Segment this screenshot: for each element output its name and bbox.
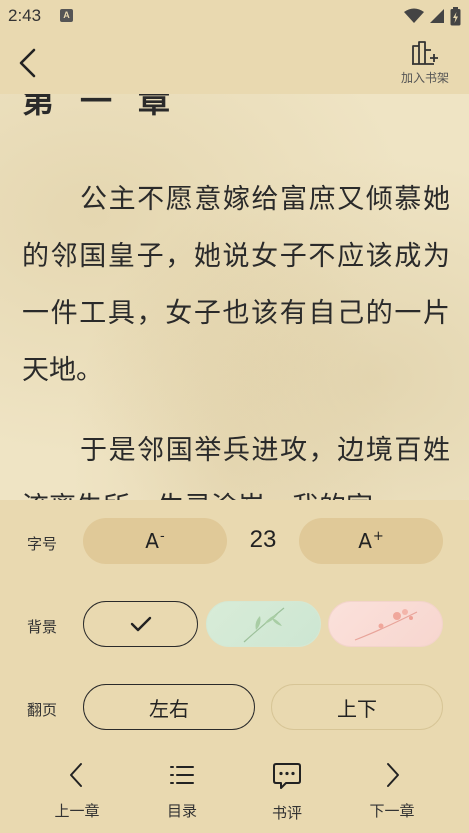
status-bar: 2:43 A bbox=[0, 0, 469, 32]
list-icon bbox=[170, 766, 194, 784]
font-decrease-label: A- bbox=[145, 529, 165, 553]
background-label: 背景 bbox=[27, 618, 58, 636]
back-button[interactable] bbox=[12, 46, 44, 80]
reading-area[interactable]: 第一章 公主不愿意嫁给富庶又倾慕她的邻国皇子，她说女子不应该成为一件工具，女子也… bbox=[0, 94, 469, 500]
app-notification-icon: A bbox=[60, 9, 73, 22]
blossom-decoration bbox=[354, 609, 417, 641]
add-to-bookshelf-icon bbox=[412, 41, 438, 65]
chevron-left-icon bbox=[19, 48, 36, 78]
next-chapter-button[interactable]: 下一章 bbox=[352, 762, 432, 821]
settings-panel: 字号 A- 23 A+ 背景 翻页 左右 上下 上一章 目录 书评 下一章 bbox=[0, 500, 469, 833]
chevron-right-icon bbox=[387, 763, 399, 787]
wifi-icon bbox=[404, 8, 424, 23]
book-reviews-button[interactable]: 书评 bbox=[247, 762, 327, 823]
font-size-value: 23 bbox=[249, 526, 277, 553]
background-option-beige[interactable] bbox=[83, 601, 198, 647]
font-decrease-button[interactable]: A- bbox=[83, 518, 227, 564]
battery-icon bbox=[450, 6, 461, 25]
previous-chapter-label: 上一章 bbox=[54, 802, 100, 820]
font-increase-label: A+ bbox=[358, 529, 384, 553]
font-increase-button[interactable]: A+ bbox=[299, 518, 443, 564]
page-turn-vertical-button[interactable]: 上下 bbox=[271, 684, 443, 730]
next-chapter-label: 下一章 bbox=[369, 802, 415, 820]
add-to-bookshelf-button[interactable]: 加入书架 bbox=[395, 40, 455, 90]
add-to-bookshelf-label: 加入书架 bbox=[400, 71, 449, 85]
previous-chapter-button[interactable]: 上一章 bbox=[37, 762, 117, 821]
paragraph: 于是邻国举兵进攻，边境百姓流离失所，生灵涂炭，我的家 bbox=[22, 435, 450, 500]
paragraph: 公主不愿意嫁给富庶又倾慕她的邻国皇子，她说女子不应该成为一件工具，女子也该有自己… bbox=[22, 184, 450, 386]
status-icons bbox=[404, 6, 461, 26]
checkmark-icon bbox=[130, 616, 151, 632]
table-of-contents-label: 目录 bbox=[166, 802, 197, 820]
book-reviews-label: 书评 bbox=[271, 804, 302, 822]
page-turn-label: 翻页 bbox=[27, 701, 58, 719]
page-turn-horizontal-button[interactable]: 左右 bbox=[83, 684, 255, 730]
comment-icon bbox=[273, 763, 301, 789]
chevron-left-icon bbox=[70, 763, 82, 787]
background-option-pink[interactable] bbox=[328, 601, 443, 647]
cellular-signal-icon bbox=[430, 9, 444, 23]
reader-header: 加入书架 bbox=[0, 32, 469, 94]
table-of-contents-button[interactable]: 目录 bbox=[142, 762, 222, 821]
background-option-green[interactable] bbox=[206, 601, 321, 647]
page-turn-horizontal-label: 左右 bbox=[149, 696, 189, 721]
chapter-heading: 第一章 bbox=[22, 94, 197, 120]
page-turn-vertical-label: 上下 bbox=[337, 696, 377, 721]
bamboo-leaf-decoration bbox=[243, 607, 284, 643]
font-size-label: 字号 bbox=[27, 535, 58, 553]
status-time: 2:43 bbox=[8, 6, 42, 25]
